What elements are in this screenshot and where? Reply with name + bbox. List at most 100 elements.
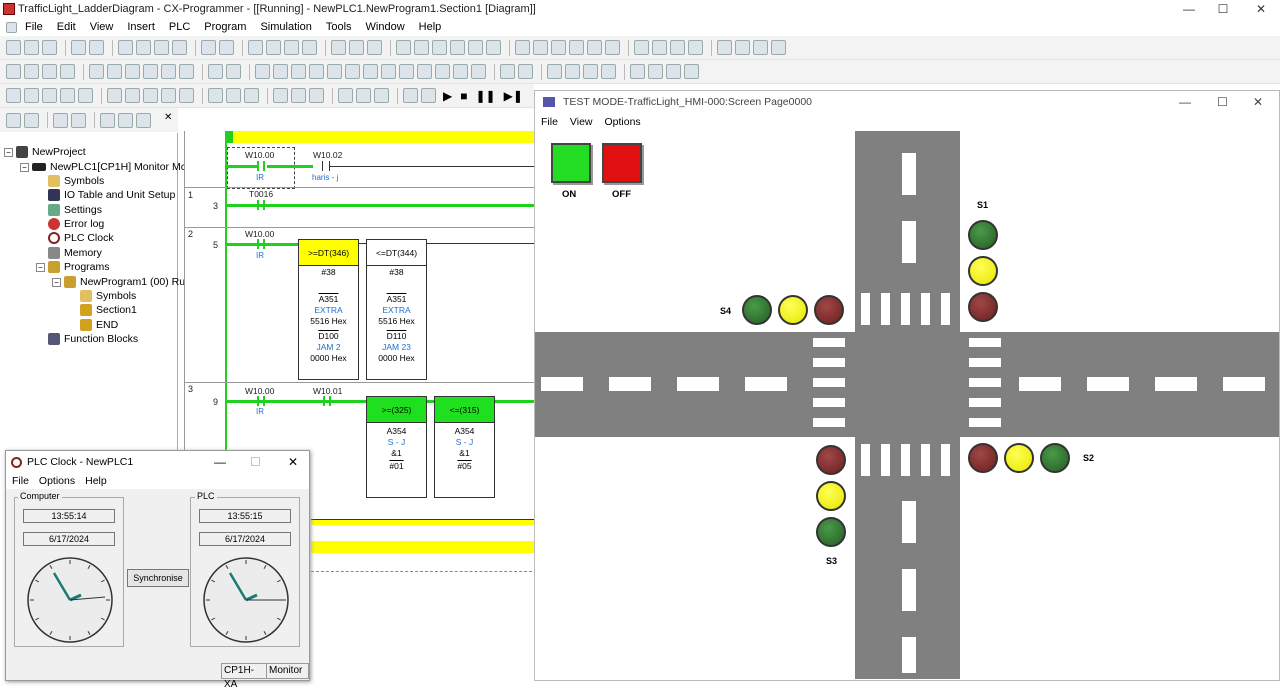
sim-pause-all-icon[interactable]	[421, 88, 436, 103]
zoom-icon[interactable]	[6, 64, 21, 79]
help-icon[interactable]	[349, 40, 364, 55]
window-view-icon[interactable]	[688, 40, 703, 55]
menu-window[interactable]: Window	[366, 21, 405, 33]
section-window-icon[interactable]	[78, 88, 93, 103]
off-button[interactable]	[602, 143, 642, 183]
online-icon[interactable]	[396, 40, 411, 55]
sim-break-icon[interactable]	[356, 88, 371, 103]
project-window-icon[interactable]	[6, 88, 21, 103]
window-split-icon[interactable]	[670, 40, 685, 55]
decimal-display-icon[interactable]	[226, 88, 241, 103]
cycle-time-icon[interactable]	[161, 88, 176, 103]
task-list-icon[interactable]	[648, 64, 663, 79]
compare-dt-block[interactable]: <=DT(344) #38 A351 EXTRA 5516 Hex D110 J…	[366, 239, 427, 380]
contact-ornc-icon[interactable]	[327, 64, 342, 79]
online-edit-transfer-icon[interactable]	[601, 64, 616, 79]
no-contact[interactable]	[257, 239, 265, 249]
line-connect-icon[interactable]	[453, 64, 468, 79]
step-in-icon[interactable]	[273, 88, 288, 103]
io-comment-icon[interactable]	[208, 64, 223, 79]
properties-icon[interactable]	[226, 64, 241, 79]
io-table-icon[interactable]	[125, 88, 140, 103]
coil-icon[interactable]	[381, 64, 396, 79]
no-contact[interactable]	[257, 161, 265, 171]
hmi-maximize-button[interactable]: ☐	[1217, 95, 1228, 109]
play-icon[interactable]: ▶	[443, 89, 452, 103]
list-icon[interactable]	[53, 112, 68, 128]
work-online-icon[interactable]	[414, 40, 429, 55]
settings-icon[interactable]	[143, 88, 158, 103]
signed-display-icon[interactable]	[244, 88, 259, 103]
differential-monitor-icon[interactable]	[717, 40, 732, 55]
tree-view-icon[interactable]	[179, 64, 194, 79]
menu-edit[interactable]: Edit	[57, 21, 76, 33]
copy-icon[interactable]	[136, 40, 151, 55]
menu-tools[interactable]: Tools	[326, 21, 352, 33]
bit-pulse-icon[interactable]	[500, 64, 515, 79]
horizontal-line-icon[interactable]	[363, 64, 378, 79]
memory-icon[interactable]	[107, 88, 122, 103]
grid-icon[interactable]	[89, 64, 104, 79]
stop-icon[interactable]: ■	[460, 89, 467, 103]
menu-simulation[interactable]: Simulation	[260, 21, 311, 33]
contact-or-icon[interactable]	[309, 64, 324, 79]
clock-menu-file[interactable]: File	[12, 475, 29, 487]
task-table-icon[interactable]	[684, 64, 699, 79]
nc-contact[interactable]	[323, 396, 331, 406]
hmi-minimize-button[interactable]: —	[1179, 95, 1191, 109]
tree-node-prog-symbols[interactable]: Symbols	[80, 289, 136, 303]
context-help-icon[interactable]	[367, 40, 382, 55]
tree-node-memory[interactable]: Memory	[48, 246, 102, 260]
step-icon[interactable]: ▶❚	[504, 89, 523, 103]
sim-scan-icon[interactable]	[403, 88, 418, 103]
hmi-close-button[interactable]: ✕	[1253, 95, 1263, 109]
contact-no-icon[interactable]	[273, 64, 288, 79]
select-mode-icon[interactable]	[255, 64, 270, 79]
window-cascade-icon[interactable]	[652, 40, 667, 55]
tree-node-plc[interactable]: − NewPLC1[CP1H] Monitor Mc	[20, 160, 186, 174]
sim-monitor-icon[interactable]	[338, 88, 353, 103]
list-view-icon[interactable]	[161, 64, 176, 79]
program-mode-icon[interactable]	[468, 40, 483, 55]
minimize-button[interactable]: —	[1172, 0, 1206, 18]
menu-program[interactable]: Program	[204, 21, 246, 33]
show-symbols-icon[interactable]	[143, 64, 158, 79]
output-window-icon[interactable]	[24, 88, 39, 103]
tool2-icon[interactable]	[118, 112, 133, 128]
pause-icon[interactable]	[486, 40, 501, 55]
data-trace-icon[interactable]	[735, 40, 750, 55]
calendar-icon[interactable]	[518, 64, 533, 79]
tree-node-io-table[interactable]: IO Table and Unit Setup	[48, 188, 175, 202]
tree-node-project[interactable]: − NewProject	[4, 145, 86, 159]
error-log-icon[interactable]	[179, 88, 194, 103]
maximize-button[interactable]: ☐	[1206, 0, 1240, 18]
hex-display-icon[interactable]	[208, 88, 223, 103]
on-button[interactable]	[551, 143, 591, 183]
tree-node-programs[interactable]: − Programs	[36, 260, 110, 274]
coil-nc-icon[interactable]	[399, 64, 414, 79]
tree-node-symbols[interactable]: Symbols	[48, 174, 104, 188]
pause-icon[interactable]: ❚❚	[475, 89, 495, 103]
cut-icon[interactable]	[118, 40, 133, 55]
tree-node-plc-clock[interactable]: PLC Clock	[48, 231, 114, 245]
window-tile-icon[interactable]	[634, 40, 649, 55]
tree-node-settings[interactable]: Settings	[48, 203, 102, 217]
menu-file[interactable]: File	[25, 21, 43, 33]
cross-ref-icon[interactable]	[284, 40, 299, 55]
online-edit-cancel-icon[interactable]	[583, 64, 598, 79]
line-delete-icon[interactable]	[471, 64, 486, 79]
close-button[interactable]: ✕	[1244, 0, 1278, 18]
tree-node-section1[interactable]: Section1	[80, 303, 137, 317]
transfer-icon[interactable]	[450, 40, 465, 55]
tree-node-error-log[interactable]: Error log	[48, 217, 104, 231]
vertical-line-icon[interactable]	[345, 64, 360, 79]
online-edit-icon[interactable]	[547, 64, 562, 79]
synchronise-button[interactable]: Synchronise	[127, 569, 189, 587]
compare-icon[interactable]	[515, 40, 530, 55]
undo-icon[interactable]	[201, 40, 216, 55]
force-off-icon[interactable]	[605, 40, 620, 55]
hmi-menu-file[interactable]: File	[541, 116, 558, 128]
menu-plc[interactable]: PLC	[169, 21, 190, 33]
fb-call-icon[interactable]	[435, 64, 450, 79]
tree-node-function-blocks[interactable]: Function Blocks	[48, 332, 138, 346]
